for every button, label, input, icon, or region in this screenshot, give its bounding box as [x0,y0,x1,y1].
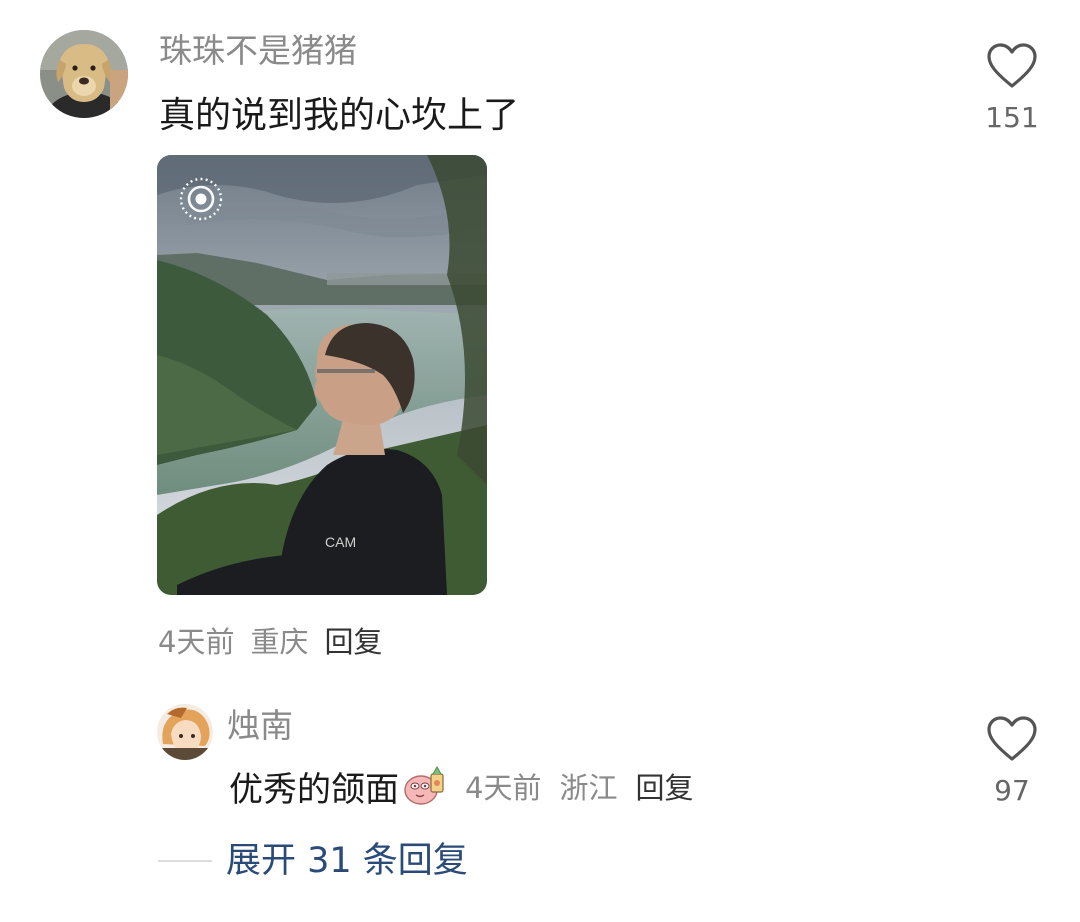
reply-text: 优秀的颌面 [229,769,399,810]
reply-time: 4天前 [465,771,542,805]
like-button[interactable] [986,42,1038,90]
landscape-portrait-photo: CAM [157,155,487,595]
reply-content-row: 优秀的颌面 4天前 浙江 回复 [229,764,693,810]
avatar[interactable] [40,30,128,118]
comment-text: 真的说到我的心坎上了 [159,95,520,136]
expand-replies-button[interactable]: 展开 31 条回复 [226,838,468,884]
dog-avatar-image [40,30,128,118]
reply-like-count: 97 [994,774,1030,807]
heart-outline-icon [987,43,1037,88]
comment-meta: 4天前 重庆 回复 [158,624,382,660]
heart-outline-icon [987,716,1037,761]
like-count: 151 [985,101,1039,134]
comment-thread: 珠珠不是猪猪 真的说到我的心坎上了 151 CAM 4天前 重庆 回复 烛南 优… [0,0,1080,922]
divider-line [158,860,212,862]
svg-text:CAM: CAM [325,534,356,550]
reply-location: 浙江 [559,771,618,805]
comment-location: 重庆 [250,625,309,659]
reply-button[interactable]: 回复 [324,625,382,659]
reply-reply-button[interactable]: 回复 [635,765,693,807]
expand-replies-row: 展开 31 条回复 [158,838,468,884]
comment-photo[interactable]: CAM [157,155,487,595]
comment-time: 4天前 [158,625,235,659]
cartoon-avatar-image [157,704,213,760]
comment-username[interactable]: 珠珠不是猪猪 [159,31,357,71]
reply-like-button[interactable] [986,715,1038,763]
reply-avatar[interactable] [157,704,213,760]
emoji-sticker-icon [403,764,447,808]
reply-username[interactable]: 烛南 [227,706,293,746]
